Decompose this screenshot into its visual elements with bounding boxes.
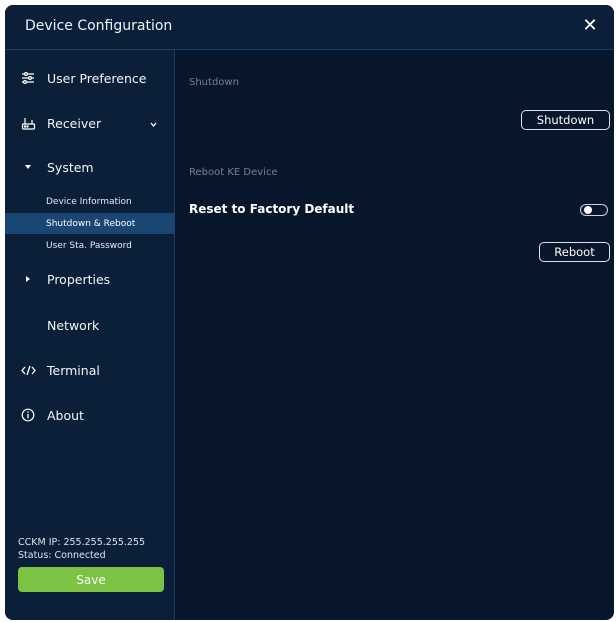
chevron-down-icon [149,117,158,132]
factory-reset-toggle[interactable] [580,204,608,216]
close-icon[interactable]: ✕ [578,14,602,38]
sidebar-subitem-device-information[interactable]: Device Information [5,191,174,212]
device-configuration-window: Device Configuration ✕ User Preference R… [5,5,614,620]
sidebar-subitem-shutdown-reboot[interactable]: Shutdown & Reboot [5,213,174,234]
code-icon [19,361,37,379]
factory-reset-label: Reset to Factory Default [189,202,355,216]
save-button[interactable]: Save [18,567,164,592]
sidebar-item-label: Receiver [47,115,102,131]
sidebar-subitem-label: Device Information [46,196,132,207]
info-icon [19,406,37,424]
toggle-knob [584,206,592,214]
shutdown-section-label: Shutdown [189,77,239,88]
sidebar-item-label: Network [47,317,100,333]
sidebar-item-label: About [47,407,84,423]
sidebar-item-label: Properties [47,271,111,287]
connection-status: CCKM IP: 255.255.255.255 Status: Connect… [18,536,145,562]
reboot-button[interactable]: Reboot [539,242,610,262]
cckm-ip-text: CCKM IP: 255.255.255.255 [18,537,146,548]
sidebar-subitem-label: User Sta. Password [46,240,132,251]
window-title: Device Configuration [25,18,173,34]
sidebar-item-user-preference[interactable]: User Preference [5,62,174,94]
caret-right-icon [19,270,37,288]
sidebar: User Preference Receiver System Device I… [5,50,175,620]
sidebar-item-about[interactable]: About [5,399,174,431]
status-text: Status: Connected [18,550,106,561]
sidebar-item-terminal[interactable]: Terminal [5,354,174,386]
sidebar-subitem-user-sta-password[interactable]: User Sta. Password [5,235,174,256]
router-icon [19,114,37,132]
sidebar-item-label: System [47,159,94,175]
shutdown-button[interactable]: Shutdown [521,110,610,130]
sidebar-item-network[interactable]: Network [5,309,174,341]
sidebar-item-properties[interactable]: Properties [5,263,174,295]
sliders-icon [19,69,37,87]
main-content: Shutdown Shutdown Reboot KE Device Reset… [175,50,614,620]
sidebar-item-receiver[interactable]: Receiver [5,107,174,139]
caret-down-icon [19,158,37,176]
title-bar: Device Configuration ✕ [5,5,614,50]
sidebar-item-system[interactable]: System [5,151,174,183]
sidebar-item-label: Terminal [47,362,100,378]
sidebar-subitem-label: Shutdown & Reboot [46,218,136,229]
sidebar-item-label: User Preference [47,70,147,86]
reboot-section-label: Reboot KE Device [189,167,278,178]
